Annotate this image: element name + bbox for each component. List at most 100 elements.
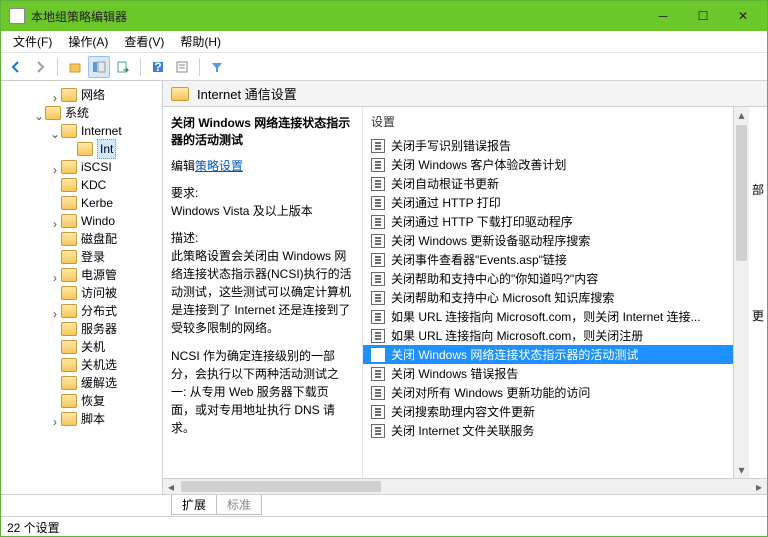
policy-list[interactable]: 设置 关闭手写识别错误报告关闭 Windows 客户体验改善计划关闭自动根证书更… bbox=[363, 107, 733, 478]
tree-twisty-icon[interactable] bbox=[49, 287, 61, 299]
tree-twisty-icon[interactable] bbox=[65, 143, 77, 155]
tree-twisty-icon[interactable]: › bbox=[49, 269, 61, 281]
tree-label: 关机选 bbox=[81, 358, 117, 372]
maximize-button[interactable]: ☐ bbox=[683, 2, 723, 30]
tree-node[interactable]: ›分布式 bbox=[1, 301, 162, 319]
menu-action[interactable]: 操作(A) bbox=[60, 31, 116, 52]
policy-label: 关闭搜索助理内容文件更新 bbox=[391, 403, 535, 420]
tree-twisty-icon[interactable] bbox=[49, 377, 61, 389]
menu-help[interactable]: 帮助(H) bbox=[172, 31, 229, 52]
policy-item[interactable]: 关闭通过 HTTP 下载打印驱动程序 bbox=[363, 212, 733, 231]
policy-item[interactable]: 关闭帮助和支持中心 Microsoft 知识库搜索 bbox=[363, 288, 733, 307]
tree-node[interactable]: ›iSCSI bbox=[1, 157, 162, 175]
export-button[interactable] bbox=[112, 56, 134, 78]
tree-node[interactable]: › 脚本 bbox=[1, 409, 162, 427]
back-button[interactable] bbox=[5, 56, 27, 78]
policy-item[interactable]: 关闭搜索助理内容文件更新 bbox=[363, 402, 733, 421]
policy-item[interactable]: 关闭 Windows 错误报告 bbox=[363, 364, 733, 383]
list-hscrollbar[interactable]: ◂ ▸ bbox=[163, 478, 767, 494]
tree-twisty-icon[interactable] bbox=[49, 341, 61, 353]
policy-item[interactable]: 关闭 Windows 网络连接状态指示器的活动测试 bbox=[363, 345, 733, 364]
folder-icon bbox=[61, 304, 77, 318]
tree-twisty-icon[interactable]: › bbox=[49, 161, 61, 173]
policy-item[interactable]: 关闭对所有 Windows 更新功能的访问 bbox=[363, 383, 733, 402]
ncsi-description: NCSI 作为确定连接级别的一部分，会执行以下两种活动测试之一: 从专用 Web… bbox=[171, 347, 352, 437]
tree-node[interactable]: Kerbe bbox=[1, 193, 162, 211]
policy-item[interactable]: 关闭 Windows 更新设备驱动程序搜索 bbox=[363, 231, 733, 250]
tree-twisty-icon[interactable] bbox=[49, 179, 61, 191]
menu-view[interactable]: 查看(V) bbox=[116, 31, 172, 52]
tree-twisty-icon[interactable] bbox=[49, 359, 61, 371]
close-button[interactable]: ✕ bbox=[723, 2, 763, 30]
scroll-right-arrow[interactable]: ▸ bbox=[751, 479, 767, 494]
tree-twisty-icon[interactable] bbox=[49, 233, 61, 245]
tree-label: 磁盘配 bbox=[81, 232, 117, 246]
scroll-htrack[interactable] bbox=[179, 479, 751, 494]
scroll-down-arrow[interactable]: ▾ bbox=[734, 462, 749, 478]
tree-label: KDC bbox=[81, 178, 106, 192]
minimize-button[interactable]: ─ bbox=[643, 2, 683, 30]
tree-node[interactable]: 访问被 bbox=[1, 283, 162, 301]
tree-twisty-icon[interactable]: › bbox=[49, 413, 61, 425]
tree-node[interactable]: 恢复 bbox=[1, 391, 162, 409]
navigation-tree[interactable]: ›网络⌄系统⌄InternetInt›iSCSI KDCKerbe›Windo 磁盘… bbox=[1, 81, 163, 494]
help-button[interactable]: ? bbox=[147, 56, 169, 78]
tree-node[interactable]: Int bbox=[1, 139, 162, 157]
policy-item[interactable]: 关闭帮助和支持中心的"你知道吗?"内容 bbox=[363, 269, 733, 288]
tab-extended[interactable]: 扩展 bbox=[171, 495, 217, 515]
scroll-thumb[interactable] bbox=[736, 125, 747, 261]
folder-icon bbox=[61, 376, 77, 390]
scroll-track[interactable] bbox=[734, 123, 749, 462]
properties-button[interactable] bbox=[171, 56, 193, 78]
tree-node[interactable]: ⌄Internet bbox=[1, 121, 162, 139]
tree-twisty-icon[interactable]: ⌄ bbox=[49, 125, 61, 137]
scroll-hthumb[interactable] bbox=[181, 481, 381, 492]
scroll-left-arrow[interactable]: ◂ bbox=[163, 479, 179, 494]
title-bar: 本地组策略编辑器 ─ ☐ ✕ bbox=[1, 1, 767, 31]
menu-bar: 文件(F) 操作(A) 查看(V) 帮助(H) bbox=[1, 31, 767, 53]
policy-item[interactable]: 关闭 Windows 客户体验改善计划 bbox=[363, 155, 733, 174]
folder-icon bbox=[61, 124, 77, 138]
forward-button[interactable] bbox=[29, 56, 51, 78]
tab-standard[interactable]: 标准 bbox=[216, 495, 262, 515]
right-pane: Internet 通信设置 关闭 Windows 网络连接状态指示器的活动测试 … bbox=[163, 81, 767, 494]
policy-item[interactable]: 关闭手写识别错误报告 bbox=[363, 136, 733, 155]
list-scrollbar[interactable]: ▴ ▾ bbox=[733, 107, 749, 478]
menu-file[interactable]: 文件(F) bbox=[5, 31, 60, 52]
policy-icon bbox=[371, 329, 385, 343]
tree-label: 脚本 bbox=[81, 412, 105, 426]
tree-node[interactable]: 缓解选 bbox=[1, 373, 162, 391]
tree-node[interactable]: 关机 bbox=[1, 337, 162, 355]
policy-item[interactable]: 如果 URL 连接指向 Microsoft.com，则关闭 Internet 连… bbox=[363, 307, 733, 326]
policy-item[interactable]: 关闭自动根证书更新 bbox=[363, 174, 733, 193]
filter-button[interactable] bbox=[206, 56, 228, 78]
tree-twisty-icon[interactable] bbox=[49, 395, 61, 407]
tree-node[interactable]: 关机选 bbox=[1, 355, 162, 373]
tree-node[interactable]: ›电源管 bbox=[1, 265, 162, 283]
tree-twisty-icon[interactable] bbox=[49, 323, 61, 335]
policy-item[interactable]: 关闭 Internet 文件关联服务 bbox=[363, 421, 733, 440]
tree-twisty-icon[interactable]: › bbox=[49, 215, 61, 227]
up-button[interactable] bbox=[64, 56, 86, 78]
tree-twisty-icon[interactable] bbox=[49, 197, 61, 209]
scroll-up-arrow[interactable]: ▴ bbox=[734, 107, 749, 123]
tree-twisty-icon[interactable]: › bbox=[49, 89, 61, 101]
policy-item[interactable]: 关闭通过 HTTP 打印 bbox=[363, 193, 733, 212]
tree-twisty-icon[interactable]: › bbox=[49, 305, 61, 317]
tree-node[interactable]: 磁盘配 bbox=[1, 229, 162, 247]
tree-node[interactable]: 服务器 bbox=[1, 319, 162, 337]
tree-node[interactable]: ›网络 bbox=[1, 85, 162, 103]
tree-twisty-icon[interactable] bbox=[49, 251, 61, 263]
tree-node[interactable]: ›Windo bbox=[1, 211, 162, 229]
policy-item[interactable]: 如果 URL 连接指向 Microsoft.com，则关闭注册 bbox=[363, 326, 733, 345]
policy-label: 关闭对所有 Windows 更新功能的访问 bbox=[391, 384, 590, 401]
column-header-settings[interactable]: 设置 bbox=[363, 111, 733, 136]
edit-policy-link[interactable]: 策略设置 bbox=[195, 159, 243, 173]
tree-node[interactable]: KDC bbox=[1, 175, 162, 193]
tree-node[interactable]: 登录 bbox=[1, 247, 162, 265]
tree-label: 访问被 bbox=[81, 286, 117, 300]
console-tree-button[interactable] bbox=[88, 56, 110, 78]
policy-item[interactable]: 关闭事件查看器"Events.asp"链接 bbox=[363, 250, 733, 269]
tree-twisty-icon[interactable]: ⌄ bbox=[33, 107, 45, 119]
tree-node[interactable]: ⌄系统 bbox=[1, 103, 162, 121]
